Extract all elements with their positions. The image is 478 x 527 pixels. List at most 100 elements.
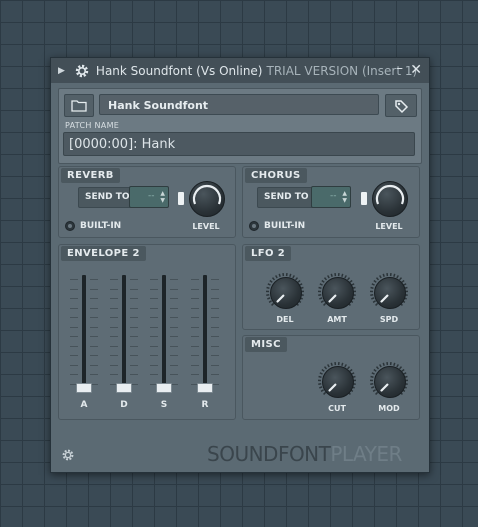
fader-tick bbox=[150, 364, 158, 366]
fader-tick bbox=[150, 307, 158, 309]
brand-logo: SOUNDFONTPLAYER bbox=[207, 442, 402, 466]
fader-tick bbox=[90, 364, 98, 366]
settings-gear-icon[interactable] bbox=[61, 448, 75, 462]
fader-tick bbox=[70, 317, 78, 318]
fader-tick bbox=[170, 345, 178, 347]
fader-track[interactable] bbox=[162, 275, 166, 393]
fader-tick bbox=[150, 355, 158, 356]
reverb-indicator-light bbox=[178, 192, 184, 205]
reverb-send-to-selector[interactable]: -- ▲ ▼ bbox=[129, 186, 169, 208]
misc-mod-knob[interactable] bbox=[374, 366, 406, 398]
patch-tag-button[interactable] bbox=[385, 94, 417, 117]
envelope-section: ENVELOPE 2 A D S R bbox=[58, 244, 236, 420]
envelope-fader-label: A bbox=[80, 400, 88, 410]
chorus-level-knob[interactable] bbox=[372, 181, 408, 217]
fader-tick bbox=[150, 279, 158, 280]
knob-pointer-icon bbox=[276, 294, 285, 303]
lfo-amt-label: AMT bbox=[327, 315, 347, 324]
spinner-arrows-icon[interactable]: ▲ ▼ bbox=[342, 190, 347, 204]
fader-tick bbox=[150, 374, 158, 375]
gear-icon[interactable] bbox=[74, 63, 90, 79]
fader-track[interactable] bbox=[122, 275, 126, 393]
fader-tick bbox=[110, 307, 118, 309]
fader-tick bbox=[130, 288, 138, 290]
spinner-arrows-icon[interactable]: ▲ ▼ bbox=[160, 190, 165, 204]
close-button[interactable]: ✕ bbox=[410, 62, 422, 78]
chorus-send-to-label: SEND TO bbox=[257, 187, 316, 208]
chorus-title: CHORUS bbox=[245, 168, 307, 183]
fader-tick bbox=[191, 336, 199, 337]
chorus-builtin-radio[interactable] bbox=[249, 221, 259, 231]
fader-tick bbox=[150, 326, 158, 328]
lfo-title: LFO 2 bbox=[245, 246, 292, 261]
knob-pointer-icon bbox=[328, 383, 337, 392]
fader-tick bbox=[211, 307, 219, 309]
fader-tick bbox=[70, 374, 78, 375]
fader-tick bbox=[130, 326, 138, 328]
fader-tick bbox=[130, 364, 138, 366]
fader-tick bbox=[170, 298, 178, 299]
reverb-level-label: LEVEL bbox=[192, 222, 220, 231]
fader-tick bbox=[170, 336, 178, 337]
fader-tick bbox=[110, 298, 118, 299]
window-titlebar[interactable]: ▶ Hank Soundfont (Vs Online) TRIAL VERSI… bbox=[51, 58, 429, 83]
lfo-del-knob[interactable] bbox=[270, 277, 302, 309]
fader-tick bbox=[130, 298, 138, 299]
chorus-section: CHORUS SEND TO -- ▲ ▼ BUILT-IN LEVEL bbox=[242, 166, 420, 238]
fader-tick bbox=[130, 279, 138, 280]
menu-arrow-icon[interactable]: ▶ bbox=[58, 66, 65, 76]
chorus-send-value: -- bbox=[330, 191, 337, 201]
fader-tick bbox=[110, 355, 118, 356]
fader-tick bbox=[90, 374, 98, 375]
envelope-fader-s[interactable] bbox=[156, 382, 172, 393]
fader-tick bbox=[211, 288, 219, 290]
folder-icon bbox=[71, 100, 87, 112]
reverb-builtin-label: BUILT-IN bbox=[80, 221, 122, 231]
misc-title: MISC bbox=[245, 337, 287, 352]
fader-track[interactable] bbox=[203, 275, 207, 393]
reverb-level-knob[interactable] bbox=[189, 181, 225, 217]
fader-tick bbox=[191, 345, 199, 347]
misc-cut-label: CUT bbox=[328, 404, 346, 413]
envelope-fader-label: S bbox=[160, 400, 168, 410]
fader-tick bbox=[90, 345, 98, 347]
lfo-spd-knob[interactable] bbox=[374, 277, 406, 309]
fader-tick bbox=[70, 326, 78, 328]
knob-pointer-icon bbox=[380, 383, 389, 392]
fader-tick bbox=[150, 317, 158, 318]
chorus-send-to-selector[interactable]: -- ▲ ▼ bbox=[311, 186, 351, 208]
envelope-fader-a[interactable] bbox=[76, 382, 92, 393]
fader-tick bbox=[110, 336, 118, 337]
fader-tick bbox=[90, 279, 98, 280]
fader-tick bbox=[191, 307, 199, 309]
lfo-amt-knob[interactable] bbox=[322, 277, 354, 309]
reverb-send-to-label: SEND TO bbox=[78, 187, 137, 208]
fader-tick bbox=[170, 317, 178, 318]
reverb-builtin-option[interactable]: BUILT-IN bbox=[65, 221, 121, 231]
chorus-builtin-option[interactable]: BUILT-IN bbox=[249, 221, 305, 231]
patch-name-label: PATCH NAME bbox=[65, 121, 120, 130]
envelope-fader-r[interactable] bbox=[197, 382, 213, 393]
envelope-fader-d[interactable] bbox=[116, 382, 132, 393]
fader-tick bbox=[110, 326, 118, 328]
fader-tick bbox=[170, 288, 178, 290]
fader-tick bbox=[90, 288, 98, 290]
envelope-fader-label: R bbox=[201, 400, 209, 410]
fader-tick bbox=[211, 374, 219, 375]
misc-cut-knob[interactable] bbox=[322, 366, 354, 398]
fader-tick bbox=[110, 364, 118, 366]
lfo-spd-label: SPD bbox=[379, 315, 399, 324]
soundfont-name-field[interactable]: Hank Soundfont bbox=[99, 94, 379, 115]
fader-tick bbox=[110, 288, 118, 290]
misc-mod-label: MOD bbox=[378, 404, 400, 413]
patch-name-field[interactable]: [0000:00]: Hank bbox=[63, 132, 415, 156]
minimize-button[interactable]: – bbox=[397, 61, 404, 76]
fader-tick bbox=[191, 279, 199, 280]
open-soundfont-button[interactable] bbox=[64, 94, 94, 117]
envelope-title: ENVELOPE 2 bbox=[61, 246, 146, 261]
envelope-fader-label: D bbox=[120, 400, 128, 410]
chorus-level-label: LEVEL bbox=[375, 222, 403, 231]
fader-tick bbox=[70, 298, 78, 299]
reverb-builtin-radio[interactable] bbox=[65, 221, 75, 231]
fader-track[interactable] bbox=[82, 275, 86, 393]
